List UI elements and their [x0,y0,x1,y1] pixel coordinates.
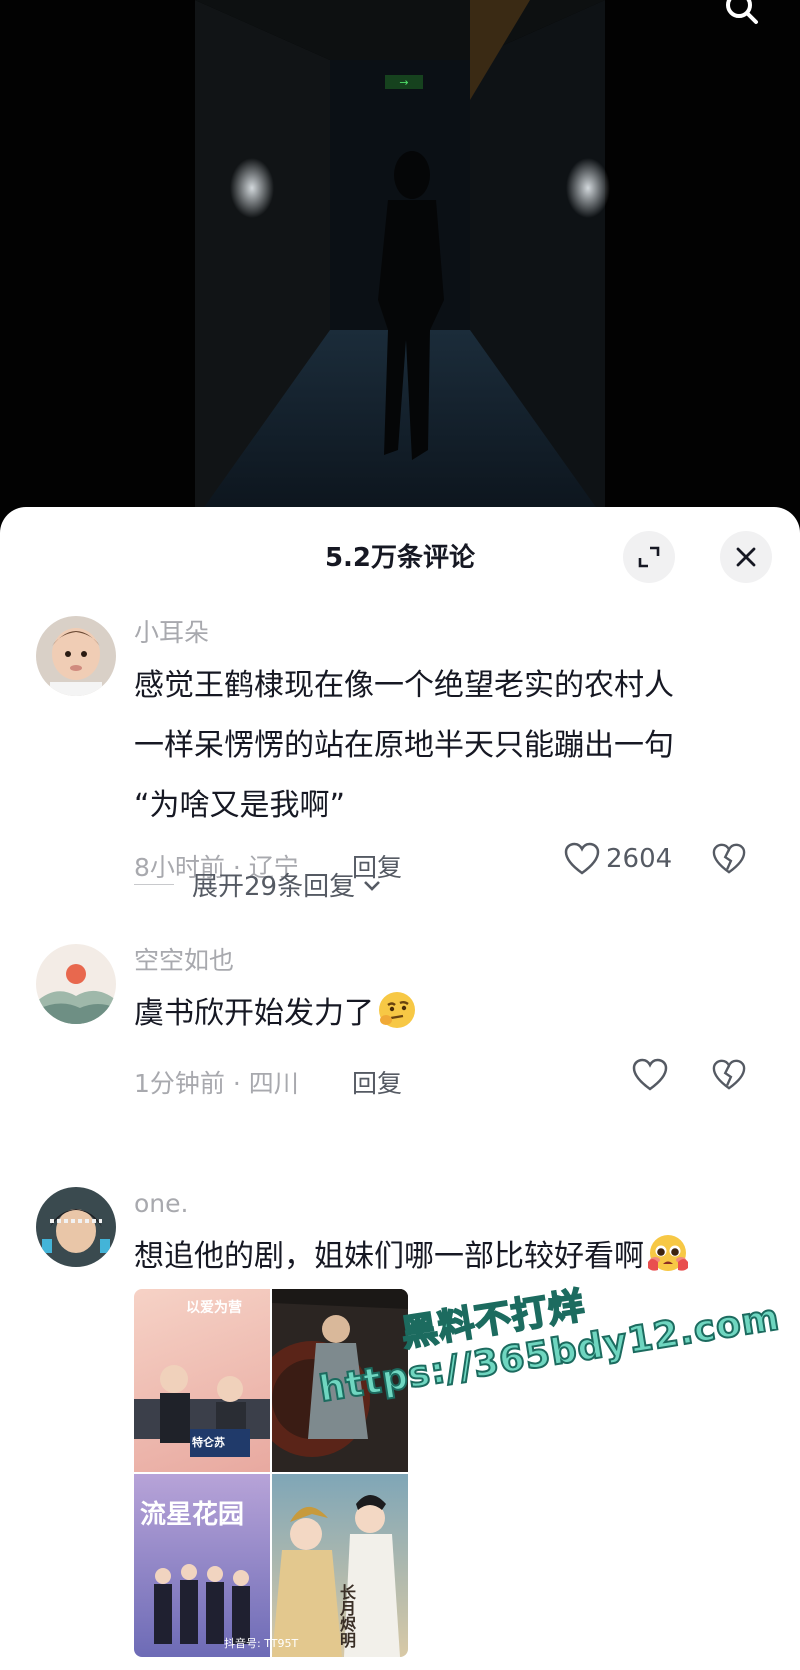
broken-heart-icon [712,843,746,874]
expand-sheet-button[interactable] [623,531,675,583]
close-icon [736,547,756,567]
poster-title: 特仑苏 [192,1436,225,1449]
dislike-button[interactable] [712,1058,746,1098]
poster-title: 长月烬明 [337,1584,356,1648]
comment-sheet: 5.2万条评论 小耳朵 感觉王鹤棣现在像一个绝望老实的农村人 一样呆愣愣的站在原… [0,507,800,1670]
poster-image: 流星花园 [134,1474,270,1657]
sheet-header: 5.2万条评论 [0,507,800,601]
broken-heart-icon [712,1059,746,1090]
douyin-id-label: 抖音号: TT95T [224,1637,299,1650]
avatar[interactable] [36,944,116,1024]
poster-title: 流星花园 [140,1500,245,1530]
username[interactable]: one. [134,1187,770,1221]
poster-image: 以爱为营 特仑苏 [134,1289,270,1472]
thinking-face-emoji [376,989,418,1052]
comment-line: 想追他的剧，姐妹们哪一部比较好看啊 [134,1239,644,1274]
search-icon [726,0,758,24]
divider-line [134,884,174,885]
like-button[interactable] [632,1058,668,1092]
comment-line: “为啥又是我啊” [134,788,346,823]
comment-line: 虞书欣开始发力了 [134,996,374,1031]
dislike-button[interactable] [712,842,746,882]
video-frame-corridor: → [0,0,800,520]
comment-text: 虞书欣开始发力了 [134,984,770,1052]
exit-sign-label: → [399,76,408,89]
comment-meta: 1分钟前 · 四川 回复 [134,1058,770,1102]
close-sheet-button[interactable] [720,531,772,583]
username[interactable]: 空空如也 [134,944,770,978]
search-button[interactable] [722,0,778,40]
reply-button[interactable]: 回复 [352,1064,402,1100]
expand-icon [638,546,660,568]
expand-replies-label: 展开29条回复 [192,872,356,902]
heart-icon [564,842,600,875]
avatar[interactable] [36,616,116,696]
chevron-down-icon [364,880,381,891]
avatar[interactable] [36,1187,116,1267]
username[interactable]: 小耳朵 [134,616,770,650]
poster-title: 以爱为营 [186,1300,242,1316]
like-button[interactable]: 2604 [564,842,672,876]
expand-replies-button[interactable]: 展开29条回复 [134,866,383,903]
video-player[interactable]: → [0,0,800,520]
like-count: 2604 [606,844,673,874]
poster-image: 长月烬明 [272,1474,408,1657]
time-location: 1分钟前 · 四川 [134,1069,299,1098]
comment-line: 一样呆愣愣的站在原地半天只能蹦出一句 [134,728,674,763]
comment-line: 感觉王鹤棣现在像一个绝望老实的农村人 [134,668,674,703]
comment-text: 感觉王鹤棣现在像一个绝望老实的农村人 一样呆愣愣的站在原地半天只能蹦出一句 “为… [134,656,770,836]
heart-icon [632,1058,668,1091]
comment-count-title: 5.2万条评论 [324,543,476,573]
